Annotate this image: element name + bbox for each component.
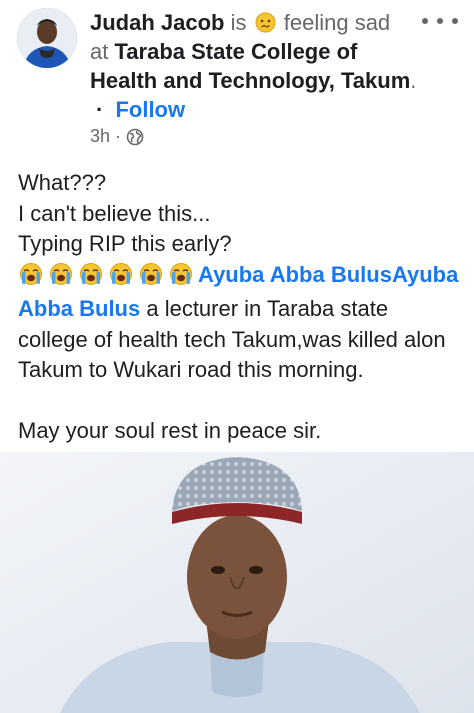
- post-meta: 3h ·: [90, 126, 144, 147]
- confused-sad-face-icon: [255, 11, 276, 33]
- more-dot: [437, 18, 443, 24]
- timestamp[interactable]: 3h: [90, 126, 110, 147]
- body-line: What???: [18, 170, 107, 195]
- follow-button[interactable]: Follow: [115, 97, 185, 122]
- crying-emojis: [18, 262, 198, 295]
- loudly-crying-face-icon: [48, 262, 74, 286]
- location-link[interactable]: Taraba State College of Health and Techn…: [90, 39, 410, 93]
- post-body: What??? I can't believe this... Typing R…: [18, 168, 462, 447]
- follow-separator: ·: [96, 97, 104, 122]
- is-label: is: [230, 10, 247, 35]
- facebook-post: Judah Jacob is feeling sad at Taraba Sta…: [0, 0, 474, 713]
- loudly-crying-face-icon: [18, 262, 44, 286]
- body-line: I can't believe this...: [18, 200, 211, 226]
- loudly-crying-face-icon: [78, 262, 104, 286]
- post-header: Judah Jacob is feeling sad at Taraba Sta…: [0, 0, 474, 160]
- globe-icon: [126, 128, 144, 146]
- body-paragraph: Ayuba Abba BulusAyuba Abba Bulus a lectu…: [18, 260, 462, 386]
- header-text: Judah Jacob is feeling sad at Taraba Sta…: [90, 8, 420, 124]
- loudly-crying-face-icon: [168, 262, 194, 286]
- body-line: May your soul rest in peace sir.: [18, 418, 322, 443]
- avatar[interactable]: [17, 8, 77, 68]
- author-name[interactable]: Judah Jacob: [90, 10, 224, 35]
- more-dot: [452, 18, 458, 24]
- meta-separator: ·: [115, 126, 122, 146]
- at-label: at: [90, 39, 109, 64]
- more-options-icon[interactable]: [422, 14, 458, 28]
- feeling-label: feeling sad: [283, 10, 391, 35]
- loudly-crying-face-icon: [138, 262, 164, 286]
- body-line: Typing RIP this early?: [18, 231, 232, 256]
- post-photo[interactable]: [0, 452, 474, 713]
- loudly-crying-face-icon: [108, 262, 134, 286]
- location-period: .: [410, 68, 417, 93]
- more-dot: [422, 18, 428, 24]
